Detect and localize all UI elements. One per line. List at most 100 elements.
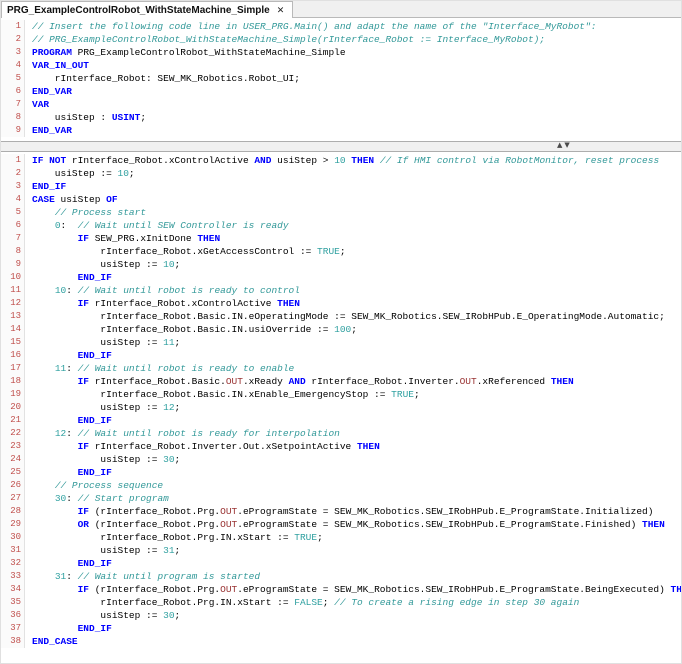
code-text: CASE usiStep OF	[25, 193, 118, 206]
code-line[interactable]: 2// PRG_ExampleControlRobot_WithStateMac…	[1, 33, 681, 46]
code-line[interactable]: 2 usiStep := 10;	[1, 167, 681, 180]
code-text: END_IF	[25, 466, 112, 479]
code-line[interactable]: 3END_IF	[1, 180, 681, 193]
code-text: VAR	[25, 98, 49, 111]
line-number: 3	[1, 180, 25, 193]
code-text: END_VAR	[25, 85, 72, 98]
declaration-editor[interactable]: 1// Insert the following code line in US…	[1, 18, 681, 141]
line-number: 25	[1, 466, 25, 479]
code-line[interactable]: 22 12: // Wait until robot is ready for …	[1, 427, 681, 440]
code-text: IF NOT rInterface_Robot.xControlActive A…	[25, 154, 659, 167]
code-line[interactable]: 35 rInterface_Robot.Prg.IN.xStart := FAL…	[1, 596, 681, 609]
code-line[interactable]: 1IF NOT rInterface_Robot.xControlActive …	[1, 154, 681, 167]
code-line[interactable]: 11 10: // Wait until robot is ready to c…	[1, 284, 681, 297]
line-number: 3	[1, 46, 25, 59]
implementation-editor[interactable]: 1IF NOT rInterface_Robot.xControlActive …	[1, 152, 681, 663]
code-text: 11: // Wait until robot is ready to enab…	[25, 362, 294, 375]
code-text: 31: // Wait until program is started	[25, 570, 260, 583]
code-line[interactable]: 38END_CASE	[1, 635, 681, 648]
line-number: 31	[1, 544, 25, 557]
code-text: rInterface_Robot.Basic.IN.usiOverride :=…	[25, 323, 357, 336]
code-text: rInterface_Robot.xGetAccessControl := TR…	[25, 245, 346, 258]
code-line[interactable]: 20 usiStep := 12;	[1, 401, 681, 414]
line-number: 32	[1, 557, 25, 570]
line-number: 34	[1, 583, 25, 596]
code-line[interactable]: 15 usiStep := 11;	[1, 336, 681, 349]
code-line[interactable]: 18 IF rInterface_Robot.Basic.OUT.xReady …	[1, 375, 681, 388]
code-text: END_IF	[25, 622, 112, 635]
code-line[interactable]: 5 // Process start	[1, 206, 681, 219]
code-line[interactable]: 6 0: // Wait until SEW Controller is rea…	[1, 219, 681, 232]
code-text: 0: // Wait until SEW Controller is ready	[25, 219, 289, 232]
code-line[interactable]: 28 IF (rInterface_Robot.Prg.OUT.eProgram…	[1, 505, 681, 518]
code-line[interactable]: 9END_VAR	[1, 124, 681, 137]
line-number: 38	[1, 635, 25, 648]
code-text: // Insert the following code line in USE…	[25, 20, 596, 33]
code-line[interactable]: 17 11: // Wait until robot is ready to e…	[1, 362, 681, 375]
code-line[interactable]: 32 END_IF	[1, 557, 681, 570]
line-number: 6	[1, 85, 25, 98]
code-line[interactable]: 7VAR	[1, 98, 681, 111]
line-number: 33	[1, 570, 25, 583]
code-line[interactable]: 8 usiStep : USINT;	[1, 111, 681, 124]
line-number: 22	[1, 427, 25, 440]
line-number: 11	[1, 284, 25, 297]
code-text: IF (rInterface_Robot.Prg.OUT.eProgramSta…	[25, 583, 681, 596]
code-line[interactable]: 8 rInterface_Robot.xGetAccessControl := …	[1, 245, 681, 258]
code-text: usiStep := 11;	[25, 336, 180, 349]
line-number: 9	[1, 258, 25, 271]
code-line[interactable]: 13 rInterface_Robot.Basic.IN.eOperatingM…	[1, 310, 681, 323]
code-line[interactable]: 25 END_IF	[1, 466, 681, 479]
code-line[interactable]: 33 31: // Wait until program is started	[1, 570, 681, 583]
splitter-up-icon[interactable]: ▲	[557, 141, 562, 150]
code-line[interactable]: 3PROGRAM PRG_ExampleControlRobot_WithSta…	[1, 46, 681, 59]
code-line[interactable]: 26 // Process sequence	[1, 479, 681, 492]
code-line[interactable]: 21 END_IF	[1, 414, 681, 427]
code-line[interactable]: 24 usiStep := 30;	[1, 453, 681, 466]
line-number: 37	[1, 622, 25, 635]
code-line[interactable]: 9 usiStep := 10;	[1, 258, 681, 271]
code-line[interactable]: 4VAR_IN_OUT	[1, 59, 681, 72]
line-number: 15	[1, 336, 25, 349]
code-line[interactable]: 36 usiStep := 30;	[1, 609, 681, 622]
code-line[interactable]: 14 rInterface_Robot.Basic.IN.usiOverride…	[1, 323, 681, 336]
line-number: 24	[1, 453, 25, 466]
code-line[interactable]: 12 IF rInterface_Robot.xControlActive TH…	[1, 297, 681, 310]
code-text: 30: // Start program	[25, 492, 169, 505]
code-line[interactable]: 30 rInterface_Robot.Prg.IN.xStart := TRU…	[1, 531, 681, 544]
code-line[interactable]: 19 rInterface_Robot.Basic.IN.xEnable_Eme…	[1, 388, 681, 401]
line-number: 8	[1, 111, 25, 124]
code-text: OR (rInterface_Robot.Prg.OUT.eProgramSta…	[25, 518, 665, 531]
code-text: IF (rInterface_Robot.Prg.OUT.eProgramSta…	[25, 505, 653, 518]
code-line[interactable]: 23 IF rInterface_Robot.Inverter.Out.xSet…	[1, 440, 681, 453]
code-editor-window: PRG_ExampleControlRobot_WithStateMachine…	[0, 0, 682, 664]
line-number: 30	[1, 531, 25, 544]
code-line[interactable]: 34 IF (rInterface_Robot.Prg.OUT.eProgram…	[1, 583, 681, 596]
code-line[interactable]: 37 END_IF	[1, 622, 681, 635]
code-text: IF rInterface_Robot.xControlActive THEN	[25, 297, 300, 310]
close-icon[interactable]: ✕	[277, 6, 285, 15]
code-text: rInterface_Robot.Prg.IN.xStart := FALSE;…	[25, 596, 579, 609]
line-number: 29	[1, 518, 25, 531]
line-number: 1	[1, 20, 25, 33]
code-text: rInterface_Robot: SEW_MK_Robotics.Robot_…	[25, 72, 300, 85]
code-text: END_IF	[25, 271, 112, 284]
code-line[interactable]: 7 IF SEW_PRG.xInitDone THEN	[1, 232, 681, 245]
code-text: IF rInterface_Robot.Basic.OUT.xReady AND…	[25, 375, 574, 388]
pane-splitter[interactable]: ▲ ▼	[1, 141, 681, 152]
splitter-down-icon[interactable]: ▼	[564, 141, 569, 150]
line-number: 17	[1, 362, 25, 375]
code-line[interactable]: 6END_VAR	[1, 85, 681, 98]
code-line[interactable]: 10 END_IF	[1, 271, 681, 284]
tab-prg-example-control-robot[interactable]: PRG_ExampleControlRobot_WithStateMachine…	[1, 1, 293, 18]
code-line[interactable]: 16 END_IF	[1, 349, 681, 362]
code-text: END_VAR	[25, 124, 72, 137]
code-line[interactable]: 29 OR (rInterface_Robot.Prg.OUT.eProgram…	[1, 518, 681, 531]
code-line[interactable]: 1// Insert the following code line in US…	[1, 20, 681, 33]
code-line[interactable]: 5 rInterface_Robot: SEW_MK_Robotics.Robo…	[1, 72, 681, 85]
code-line[interactable]: 4CASE usiStep OF	[1, 193, 681, 206]
code-text: END_IF	[25, 414, 112, 427]
code-line[interactable]: 27 30: // Start program	[1, 492, 681, 505]
code-line[interactable]: 31 usiStep := 31;	[1, 544, 681, 557]
splitter-arrows: ▲ ▼	[557, 141, 570, 150]
